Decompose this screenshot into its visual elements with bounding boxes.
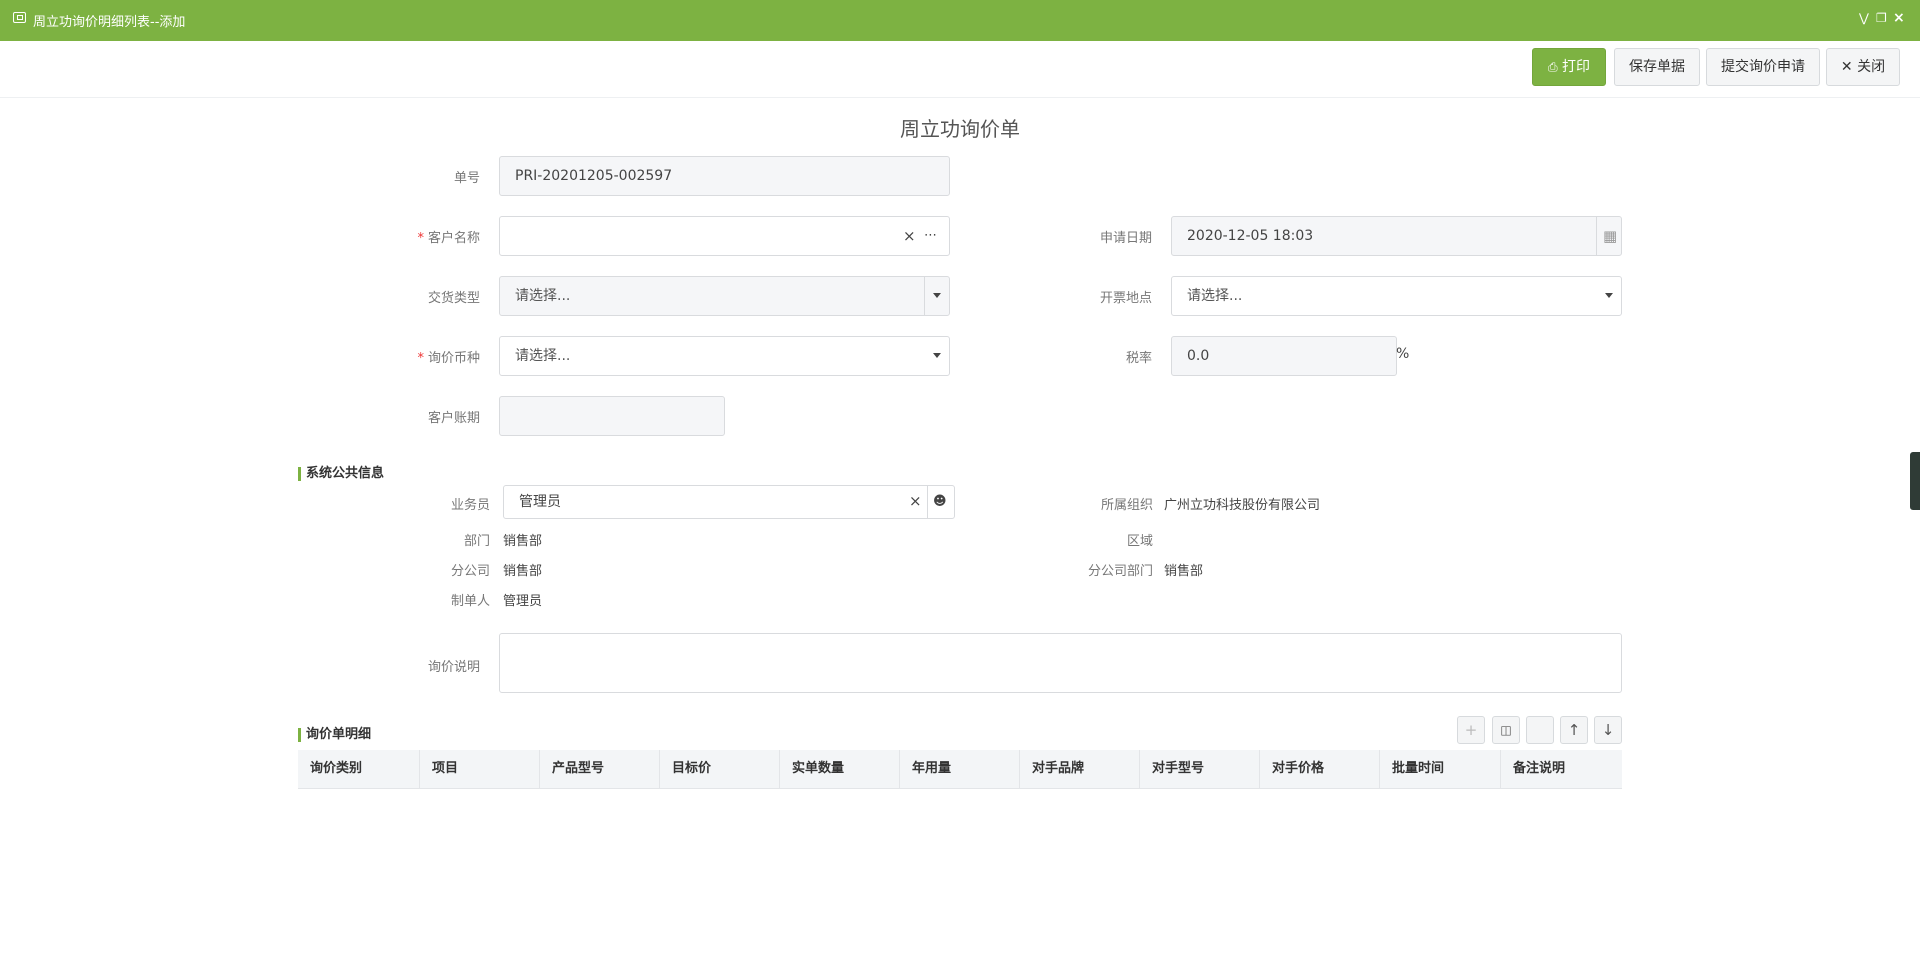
tax-unit: % xyxy=(1396,346,1410,362)
delivery-type-label: 交货类型 xyxy=(427,291,480,306)
apply-date-value: 2020-12-05 18:03 xyxy=(1187,228,1314,244)
branch-dept-value: 销售部 xyxy=(1164,564,1204,579)
required-mark: * xyxy=(417,231,424,246)
arrow-up-icon: ↑ xyxy=(1567,721,1581,739)
add-row-button[interactable]: + xyxy=(1457,716,1485,744)
chevron-down-icon xyxy=(1605,293,1613,298)
region-label: 区域 xyxy=(1126,534,1153,549)
invoice-place-placeholder: 请选择... xyxy=(1187,288,1243,304)
remark-label: 询价说明 xyxy=(427,660,480,675)
window-titlebar: 周立功询价明细列表--添加 ⋁ ❐ × xyxy=(0,0,1920,41)
customer-label: * 客户名称 xyxy=(417,231,480,246)
column-header[interactable]: 对手型号 xyxy=(1140,750,1260,788)
column-header[interactable]: 批量时间 xyxy=(1380,750,1501,788)
order-no-field: PRI-20201205-002597 xyxy=(499,156,950,196)
invoice-place-label: 开票地点 xyxy=(1099,291,1152,306)
column-header[interactable]: 目标价 xyxy=(660,750,780,788)
window-close-icon[interactable]: × xyxy=(1893,11,1905,25)
column-header[interactable]: 产品型号 xyxy=(540,750,660,788)
delivery-type-placeholder: 请选择... xyxy=(515,288,571,304)
apply-date-label: 申请日期 xyxy=(1099,231,1152,246)
window-icon xyxy=(13,12,26,23)
order-no-label: 单号 xyxy=(453,171,480,186)
branch-dept-label: 分公司部门 xyxy=(1087,564,1153,579)
blank-button[interactable] xyxy=(1526,716,1554,744)
delivery-type-select[interactable]: 请选择... xyxy=(499,276,950,316)
window-title: 周立功询价明细列表--添加 xyxy=(33,15,186,30)
salesman-label: 业务员 xyxy=(450,498,490,513)
close-icon: ✕ xyxy=(1840,59,1853,75)
save-button[interactable]: 保存单据 xyxy=(1614,48,1700,86)
currency-placeholder: 请选择... xyxy=(515,348,571,364)
remark-textarea[interactable] xyxy=(499,633,1622,693)
tax-label: 税率 xyxy=(1125,351,1152,366)
dept-label: 部门 xyxy=(463,534,490,549)
column-header[interactable]: 备注说明 xyxy=(1501,750,1622,788)
detail-grid-header: 询价类别 项目 产品型号 目标价 实单数量 年用量 对手品牌 对手型号 对手价格… xyxy=(298,750,1622,789)
creator-label: 制单人 xyxy=(450,594,490,609)
org-value: 广州立功科技股份有限公司 xyxy=(1164,498,1321,513)
restore-icon[interactable]: ❐ xyxy=(1876,11,1887,25)
account-period-label: 客户账期 xyxy=(427,411,480,426)
account-period-input[interactable] xyxy=(499,396,725,436)
move-up-button[interactable]: ↑ xyxy=(1560,716,1588,744)
submit-inquiry-button[interactable]: 提交询价申请 xyxy=(1706,48,1820,86)
currency-label: * 询价币种 xyxy=(417,351,480,366)
collapse-icon[interactable]: ⋁ xyxy=(1859,11,1869,25)
clear-icon[interactable]: × xyxy=(909,486,922,516)
submit-label: 提交询价申请 xyxy=(1721,59,1805,75)
branch-value: 销售部 xyxy=(503,564,543,579)
order-no-value: PRI-20201205-002597 xyxy=(515,168,673,184)
plus-icon: + xyxy=(1464,721,1478,739)
save-label: 保存单据 xyxy=(1629,59,1685,75)
column-header[interactable]: 对手价格 xyxy=(1260,750,1380,788)
salesman-input[interactable]: 管理员 × ☻ xyxy=(503,485,955,519)
calendar-icon[interactable]: ▦ xyxy=(1603,217,1617,255)
print-label: 打印 xyxy=(1562,59,1591,75)
invoice-place-select[interactable]: 请选择... xyxy=(1171,276,1622,316)
column-header[interactable]: 实单数量 xyxy=(780,750,900,788)
clear-icon[interactable]: × xyxy=(903,217,916,255)
dept-value: 销售部 xyxy=(503,534,543,549)
move-down-button[interactable]: ↓ xyxy=(1594,716,1622,744)
tax-input[interactable]: 0.0 xyxy=(1171,336,1397,376)
column-header[interactable]: 询价类别 xyxy=(298,750,420,788)
column-header[interactable]: 年用量 xyxy=(900,750,1020,788)
apply-date-field[interactable]: 2020-12-05 18:03 ▦ xyxy=(1171,216,1622,256)
arrow-down-icon: ↓ xyxy=(1601,721,1615,739)
org-label: 所属组织 xyxy=(1100,498,1153,513)
side-panel-tab[interactable] xyxy=(1910,452,1920,510)
section-system-info: 系统公共信息 xyxy=(298,467,384,481)
close-button[interactable]: ✕ 关闭 xyxy=(1826,48,1900,86)
creator-value: 管理员 xyxy=(503,594,543,609)
printer-icon: ⎙ xyxy=(1547,60,1558,74)
salesman-value: 管理员 xyxy=(519,494,561,510)
tax-value: 0.0 xyxy=(1187,348,1210,364)
more-icon[interactable]: ⋯ xyxy=(924,217,937,255)
print-button[interactable]: ⎙ 打印 xyxy=(1532,48,1606,86)
customer-input[interactable]: × ⋯ xyxy=(499,216,950,256)
delete-row-button[interactable]: ◫ xyxy=(1492,716,1520,744)
page-title: 周立功询价单 xyxy=(900,117,1020,141)
section-details: 询价单明细 xyxy=(298,728,371,742)
column-header[interactable]: 对手品牌 xyxy=(1020,750,1140,788)
chevron-down-icon xyxy=(933,293,941,298)
required-mark: * xyxy=(417,351,424,366)
close-label: 关闭 xyxy=(1857,59,1886,75)
currency-select[interactable]: 请选择... xyxy=(499,336,950,376)
trash-icon: ◫ xyxy=(1500,723,1512,737)
chevron-down-icon xyxy=(933,353,941,358)
column-header[interactable]: 项目 xyxy=(420,750,540,788)
user-icon[interactable]: ☻ xyxy=(933,486,947,518)
branch-label: 分公司 xyxy=(450,564,490,579)
